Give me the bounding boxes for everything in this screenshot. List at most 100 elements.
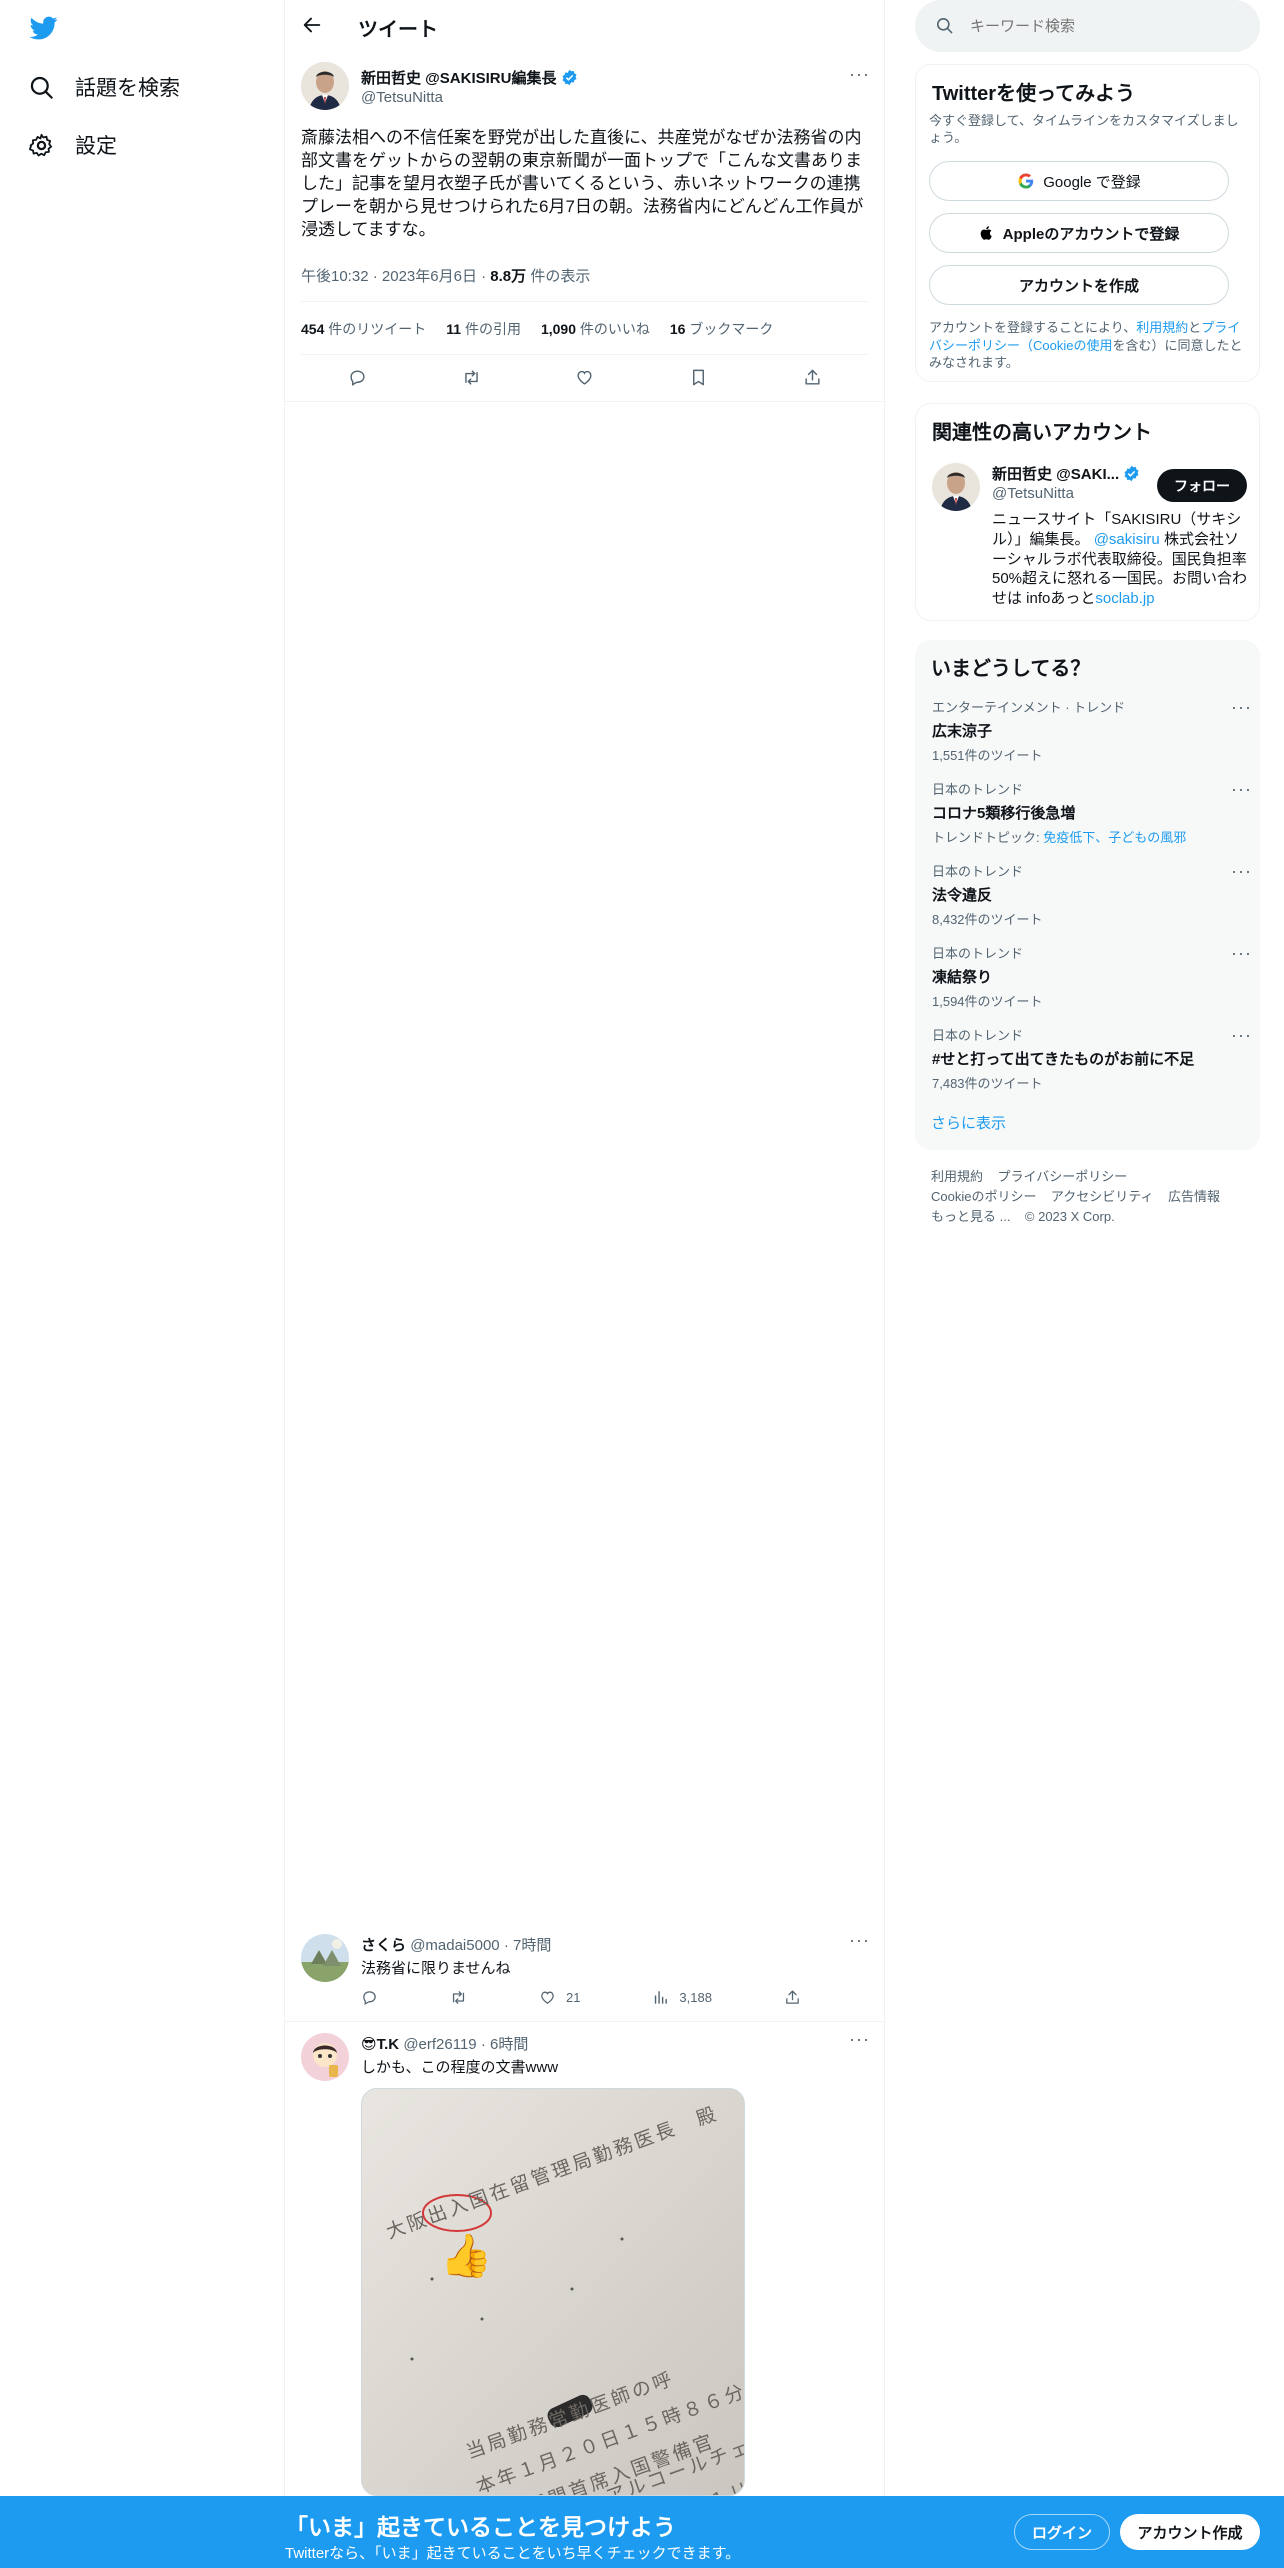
reply-time[interactable]: 7時間 bbox=[513, 1937, 551, 1954]
bookmarks-stat[interactable]: 16 ブックマーク bbox=[670, 319, 773, 339]
share-icon bbox=[786, 1990, 799, 2004]
footer-more-link[interactable]: もっと見る ... bbox=[931, 1209, 1010, 1224]
footer-accessibility-link[interactable]: アクセシビリティ bbox=[1051, 1189, 1154, 1204]
trends-card: いまどうしてる？ エンターテインメント · トレンド 広末涼子 1,551件のツ… bbox=[915, 640, 1260, 1150]
tweet-date[interactable]: 2023年6月6日 bbox=[382, 268, 477, 285]
trend-count: 7,483件のツイート bbox=[932, 1076, 1043, 1091]
tweet-time[interactable]: 午後10:32 bbox=[301, 268, 369, 285]
account-handle[interactable]: @TetsuNitta bbox=[992, 485, 1074, 502]
apple-signup-label: Appleのアカウントで登録 bbox=[1002, 225, 1180, 243]
trend-name: 凍結祭り bbox=[932, 969, 993, 986]
search-input[interactable] bbox=[970, 14, 1240, 38]
trend-category: エンターテインメント · トレンド bbox=[932, 700, 1126, 715]
reply-header: さくら @madai5000 · 7時間 bbox=[361, 1937, 552, 1954]
like-button[interactable]: 21 bbox=[539, 1989, 580, 2006]
author-avatar[interactable] bbox=[301, 62, 349, 110]
bio-link[interactable]: soclab.jp bbox=[1095, 590, 1154, 607]
footer-privacy-link[interactable]: プライバシーポリシー bbox=[997, 1169, 1127, 1184]
account-avatar[interactable] bbox=[932, 463, 980, 511]
views-chart-icon bbox=[655, 1991, 668, 2004]
likes-stat[interactable]: 1,090 件のいいね bbox=[541, 319, 650, 339]
reply-avatar[interactable] bbox=[301, 2033, 349, 2081]
signup-card: Twitterを使ってみよう 今すぐ登録して、タイムラインをカスタマイズしましょ… bbox=[915, 64, 1260, 382]
account-name[interactable]: 新田哲史 @SAKI... bbox=[992, 463, 1140, 484]
more-options-icon[interactable]: ··· bbox=[1231, 697, 1252, 718]
bottom-bar-headline: 「いま」起きていることを見つけよう bbox=[285, 2514, 676, 2540]
login-button[interactable]: ログイン bbox=[1014, 2514, 1110, 2550]
share-icon bbox=[805, 369, 820, 385]
follow-button[interactable]: フォロー bbox=[1157, 469, 1247, 502]
more-options-icon[interactable]: ··· bbox=[1231, 1025, 1252, 1046]
create-account-button[interactable]: アカウントを作成 bbox=[929, 265, 1229, 305]
reply-header: 😎T.K @erf26119 · 6時間 bbox=[361, 2036, 529, 2053]
more-options-icon[interactable]: ··· bbox=[849, 1930, 870, 1951]
author-handle[interactable]: @TetsuNitta bbox=[361, 89, 443, 106]
search-icon bbox=[936, 17, 953, 34]
like-button[interactable] bbox=[575, 368, 594, 387]
trend-item[interactable]: 日本のトレンド 凍結祭り 1,594件のツイート ··· bbox=[932, 943, 1252, 1010]
verified-badge-icon bbox=[1124, 465, 1139, 482]
reply-text: しかも、この程度の文書www bbox=[361, 2059, 559, 2076]
terms-link[interactable]: 利用規約 bbox=[1136, 320, 1188, 335]
bookmark-button[interactable] bbox=[689, 368, 708, 387]
trend-name: 法令違反 bbox=[932, 887, 993, 904]
trend-item[interactable]: 日本のトレンド コロナ5類移行後急増 トレンドトピック: 免疫低下、子どもの風邪… bbox=[932, 779, 1252, 846]
reply-text: 法務省に限りませんね bbox=[361, 1960, 511, 1977]
retweet-icon bbox=[452, 1991, 465, 2004]
retweets-stat[interactable]: 454 件のリツイート bbox=[301, 319, 426, 339]
author-name[interactable]: 新田哲史 @SAKISIRU編集長 bbox=[361, 67, 578, 88]
search-box[interactable] bbox=[915, 0, 1260, 52]
signup-button[interactable]: アカウント作成 bbox=[1120, 2514, 1260, 2550]
heart-icon bbox=[541, 1991, 554, 2004]
footer-terms-link[interactable]: 利用規約 bbox=[931, 1169, 983, 1184]
signup-title: Twitterを使ってみよう bbox=[932, 83, 1136, 105]
reply-button[interactable] bbox=[348, 368, 367, 387]
retweet-icon bbox=[465, 369, 478, 385]
search-icon bbox=[30, 76, 53, 99]
reply-time[interactable]: 6時間 bbox=[490, 2036, 528, 2053]
nav-settings[interactable]: 設定 bbox=[28, 130, 117, 160]
more-options-icon[interactable]: ··· bbox=[1231, 861, 1252, 882]
more-options-icon[interactable]: ··· bbox=[849, 64, 870, 85]
main-column: ツイート 新田哲史 @SAKISIRU編集長 @TetsuNitta ··· 斎… bbox=[285, 0, 885, 2568]
more-options-icon[interactable]: ··· bbox=[1231, 943, 1252, 964]
back-arrow-icon[interactable] bbox=[301, 14, 331, 40]
trend-topic-link[interactable]: 免疫低下、子どもの風邪 bbox=[1043, 830, 1186, 845]
reply-author-name[interactable]: さくら bbox=[361, 1937, 406, 1954]
trend-item[interactable]: 日本のトレンド #せと打って出てきたものがお前に不足 7,483件のツイート ·… bbox=[932, 1025, 1252, 1092]
trend-item[interactable]: 日本のトレンド 法令違反 8,432件のツイート ··· bbox=[932, 861, 1252, 928]
reply-button[interactable] bbox=[361, 1989, 378, 2006]
reply-actions: 21 3,188 bbox=[361, 1989, 801, 2006]
divider bbox=[301, 354, 868, 355]
more-options-icon[interactable]: ··· bbox=[849, 2029, 870, 2050]
reply-photo[interactable]: 大阪出入国在留管理局勤務医長 殿 当局勤務常勤医師の呼 本年１月２０日１５時８６… bbox=[361, 2088, 745, 2496]
reply-avatar[interactable] bbox=[301, 1934, 349, 1982]
trend-name: コロナ5類移行後急増 bbox=[932, 805, 1076, 822]
retweet-button[interactable] bbox=[462, 368, 481, 387]
footer-ads-link[interactable]: 広告情報 bbox=[1168, 1189, 1220, 1204]
share-button[interactable] bbox=[803, 368, 822, 387]
bio-mention-link[interactable]: @sakisiru bbox=[1094, 531, 1160, 548]
reply-author-name[interactable]: 😎T.K bbox=[361, 2036, 399, 2053]
footer-cookie-link[interactable]: Cookieのポリシー bbox=[931, 1189, 1036, 1204]
show-more-link[interactable]: さらに表示 bbox=[931, 1112, 1006, 1133]
twitter-logo-icon[interactable] bbox=[28, 14, 60, 42]
trend-item[interactable]: エンターテインメント · トレンド 広末涼子 1,551件のツイート ··· bbox=[932, 697, 1252, 764]
quotes-stat[interactable]: 11 件の引用 bbox=[446, 319, 521, 339]
trend-count: 1,594件のツイート bbox=[932, 994, 1043, 1009]
reply-author-handle[interactable]: @madai5000 bbox=[410, 1937, 499, 1954]
apple-signup-button[interactable]: Appleのアカウントで登録 bbox=[929, 213, 1229, 253]
account-bio: ニュースサイト「SAKISIRU（サキシル）」編集長。 @sakisiru 株式… bbox=[992, 511, 1248, 608]
share-button[interactable] bbox=[784, 1989, 801, 2006]
google-signup-button[interactable]: Google で登録 bbox=[929, 161, 1229, 201]
nav-explore-label: 話題を検索 bbox=[75, 77, 180, 100]
nav-explore[interactable]: 話題を検索 bbox=[28, 72, 180, 102]
retweet-button[interactable] bbox=[450, 1989, 467, 2006]
reply-author-handle[interactable]: @erf26119 bbox=[403, 2036, 476, 2053]
reply-icon bbox=[350, 369, 365, 386]
divider bbox=[285, 401, 885, 402]
views-button[interactable]: 3,188 bbox=[652, 1989, 712, 2006]
more-options-icon[interactable]: ··· bbox=[1231, 779, 1252, 800]
thumbs-up-emoji: 👍 bbox=[440, 2232, 493, 2279]
tweet-actions bbox=[301, 364, 869, 390]
